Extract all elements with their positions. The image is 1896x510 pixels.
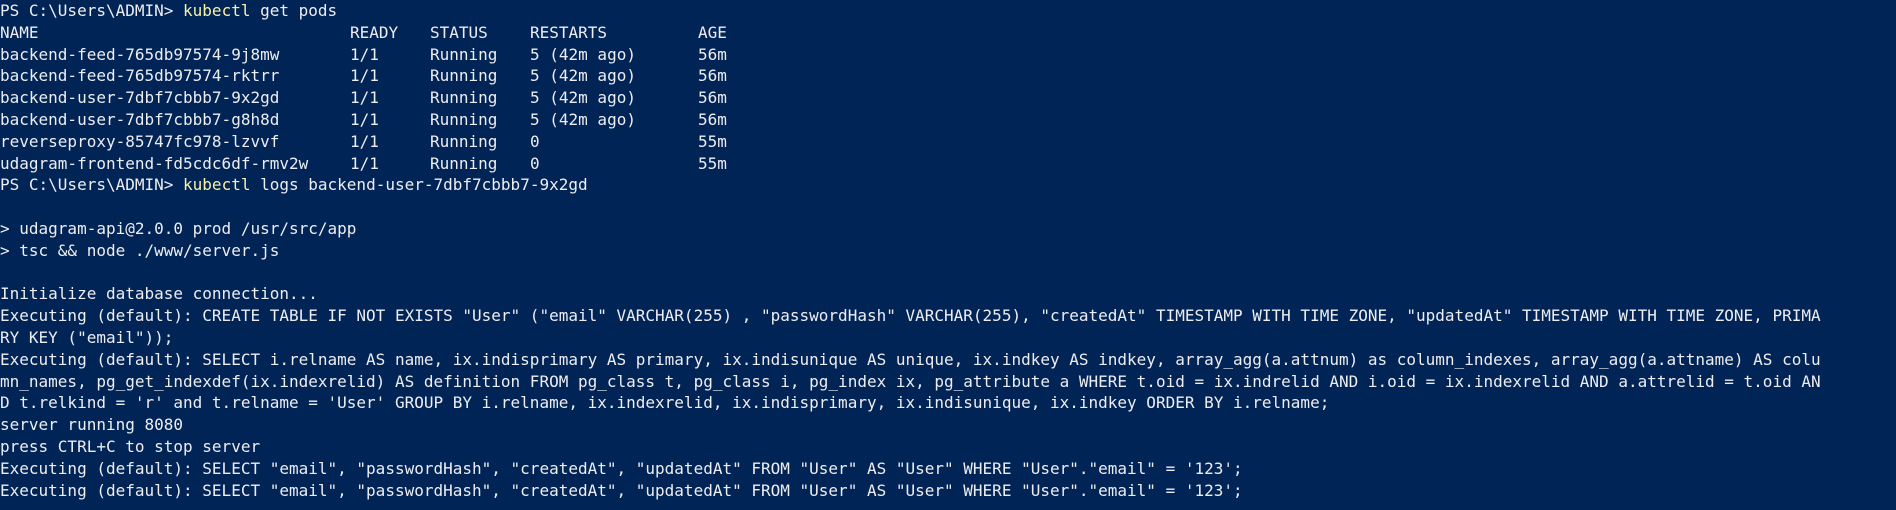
- pod-status: Running: [430, 109, 498, 129]
- log-line: > udagram-api@2.0.0 prod /usr/src/app: [0, 218, 357, 238]
- log-line: D t.relkind = 'r' and t.relname = 'User'…: [0, 393, 1330, 413]
- pod-status: Running: [430, 88, 498, 108]
- command-name: kubectl: [183, 1, 251, 20]
- pod-age: 55m: [698, 131, 727, 151]
- pod-ready: 1/1: [350, 66, 379, 86]
- table-row: backend-feed-765db97574-9j8mw 1/1 Running 5…: [0, 44, 1896, 66]
- pod-age: 56m: [698, 44, 727, 64]
- table-row: backend-user-7dbf7cbbb7-g8h8d 1/1 Running 5…: [0, 109, 1896, 131]
- terminal-window[interactable]: PS C:\Users\ADMIN> kubectl get pods NAME…: [0, 0, 1896, 510]
- pod-restarts: 5 (42m ago): [530, 109, 636, 129]
- log-line: Executing (default): SELECT "email", "pa…: [0, 480, 1243, 500]
- log-line: mn_names, pg_get_indexdef(ix.indexrelid)…: [0, 371, 1821, 391]
- pod-age: 56m: [698, 109, 727, 129]
- pod-restarts: 0: [530, 131, 540, 151]
- log-line: Executing (default): SELECT i.relname AS…: [0, 349, 1821, 369]
- pod-name: backend-user-7dbf7cbbb7-g8h8d: [0, 109, 280, 129]
- command-args: logs backend-user-7dbf7cbbb7-9x2gd: [250, 175, 588, 195]
- table-row: reverseproxy-85747fc978-lzvvf 1/1 Running 0…: [0, 131, 1896, 153]
- pod-name: udagram-frontend-fd5cdc6df-rmv2w: [0, 153, 309, 173]
- header-ready: READY: [350, 22, 399, 42]
- log-line: press CTRL+C to stop server: [0, 436, 261, 456]
- pod-ready: 1/1: [350, 88, 379, 108]
- prompt-line-get-pods: PS C:\Users\ADMIN> kubectl get pods: [0, 0, 1896, 22]
- pod-status: Running: [430, 131, 498, 151]
- log-line: Initialize database connection...: [0, 284, 318, 304]
- pod-age: 56m: [698, 88, 727, 108]
- pod-ready: 1/1: [350, 109, 379, 129]
- pod-restarts: 5 (42m ago): [530, 66, 636, 86]
- prompt-text: PS C:\Users\ADMIN>: [0, 175, 184, 195]
- pod-age: 56m: [698, 66, 727, 86]
- log-line: Executing (default): SELECT "email", "pa…: [0, 458, 1243, 478]
- log-line: RY KEY ("email"));: [0, 327, 174, 347]
- pods-table-header: NAME READY STATUS RESTARTS AGE: [0, 22, 1896, 44]
- pod-ready: 1/1: [350, 153, 379, 173]
- prompt-line-logs: PS C:\Users\ADMIN> kubectl logs backend-…: [0, 174, 1896, 196]
- table-row: backend-feed-765db97574-rktrr 1/1 Running 5…: [0, 65, 1896, 87]
- pod-status: Running: [430, 66, 498, 86]
- pod-restarts: 5 (42m ago): [530, 88, 636, 108]
- table-row: backend-user-7dbf7cbbb7-9x2gd 1/1 Running 5…: [0, 87, 1896, 109]
- pod-status: Running: [430, 153, 498, 173]
- header-name: NAME: [0, 22, 39, 42]
- pod-restarts: 0: [530, 153, 540, 173]
- command-args: get pods: [250, 1, 338, 20]
- header-status: STATUS: [430, 22, 488, 42]
- pod-name: backend-user-7dbf7cbbb7-9x2gd: [0, 88, 280, 108]
- pod-name: backend-feed-765db97574-9j8mw: [0, 44, 280, 64]
- header-age: AGE: [698, 22, 727, 42]
- log-line: > tsc && node ./www/server.js: [0, 240, 280, 260]
- pod-name: backend-feed-765db97574-rktrr: [0, 66, 280, 86]
- prompt-text: PS C:\Users\ADMIN>: [0, 1, 184, 20]
- command-name: kubectl: [183, 175, 251, 195]
- pod-age: 55m: [698, 153, 727, 173]
- pod-ready: 1/1: [350, 131, 379, 151]
- pod-status: Running: [430, 44, 498, 64]
- log-line: Executing (default): CREATE TABLE IF NOT…: [0, 306, 1821, 326]
- table-row: udagram-frontend-fd5cdc6df-rmv2w 1/1 Runni…: [0, 153, 1896, 175]
- log-line: server running 8080: [0, 415, 184, 435]
- header-restarts: RESTARTS: [530, 22, 608, 42]
- pod-name: reverseproxy-85747fc978-lzvvf: [0, 131, 280, 151]
- pod-ready: 1/1: [350, 44, 379, 64]
- pod-restarts: 5 (42m ago): [530, 44, 636, 64]
